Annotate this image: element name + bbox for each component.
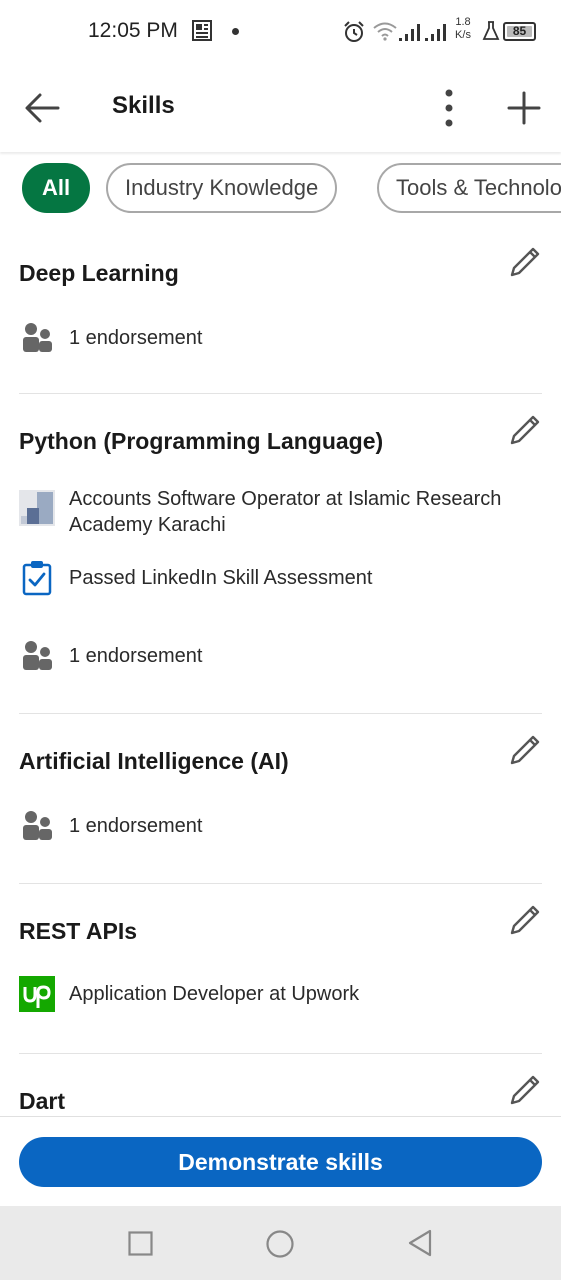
status-bar: 12:05 PM 1.8 K/s 85 [0, 0, 561, 64]
plus-icon[interactable] [504, 88, 544, 128]
flask-icon [482, 21, 500, 40]
pencil-icon[interactable] [507, 732, 543, 768]
assessment-status[interactable]: Passed LinkedIn Skill Assessment [69, 565, 544, 591]
network-speed-value: 1.8 [455, 16, 471, 28]
skill-item: REST APIs Application Developer at Upwor… [19, 884, 542, 1054]
network-speed-unit: K/s [455, 29, 471, 41]
system-navigation-bar [0, 1206, 561, 1280]
skills-list: Deep Learning 1 endorsement Python (Prog… [0, 226, 561, 1124]
assessment-clipboard-icon [22, 561, 52, 596]
wifi-icon [373, 22, 397, 41]
demonstrate-skills-button[interactable]: Demonstrate skills [19, 1137, 542, 1187]
status-time: 12:05 PM [88, 19, 178, 42]
more-vertical-icon[interactable] [436, 86, 462, 130]
page-title: Skills [112, 92, 175, 119]
back-triangle-icon[interactable] [406, 1228, 434, 1258]
home-icon[interactable] [265, 1229, 295, 1259]
news-icon [192, 20, 212, 41]
signal-secondary-icon [425, 24, 446, 41]
experience-link[interactable]: Accounts Software Operator at Islamic Re… [69, 486, 544, 538]
endorsement-count[interactable]: 1 endorsement [69, 813, 544, 839]
recent-apps-icon[interactable] [128, 1231, 153, 1256]
alarm-icon [344, 21, 364, 42]
filter-chip-tools-technologies[interactable]: Tools & Technologies [377, 163, 561, 213]
skill-item: Deep Learning 1 endorsement [19, 226, 542, 394]
network-speed: 1.8 K/s [450, 16, 476, 42]
pencil-icon[interactable] [507, 1072, 543, 1108]
skill-item: Python (Programming Language) Accounts S… [19, 394, 542, 714]
people-icon [23, 641, 52, 670]
company-logo-icon [19, 490, 55, 526]
arrow-left-icon[interactable] [20, 88, 64, 128]
upwork-logo-icon [19, 976, 55, 1012]
skill-name[interactable]: REST APIs [19, 918, 137, 945]
notification-dot-icon [232, 28, 239, 35]
endorsement-count[interactable]: 1 endorsement [69, 325, 544, 351]
pencil-icon[interactable] [507, 412, 543, 448]
pencil-icon[interactable] [507, 902, 543, 938]
top-app-bar: Skills [0, 64, 561, 152]
skill-item: Dart [19, 1054, 542, 1124]
filter-chip-all[interactable]: All [22, 163, 90, 213]
pencil-icon[interactable] [507, 244, 543, 280]
people-icon [23, 811, 52, 840]
skill-filter-chips: All Industry Knowledge Tools & Technolog… [0, 160, 561, 216]
people-icon [23, 323, 52, 352]
skill-name[interactable]: Python (Programming Language) [19, 428, 383, 455]
experience-link[interactable]: Application Developer at Upwork [69, 981, 544, 1007]
endorsement-count[interactable]: 1 endorsement [69, 643, 544, 669]
skill-name[interactable]: Dart [19, 1088, 65, 1115]
signal-icon [399, 24, 420, 41]
battery-level: 85 [512, 24, 527, 38]
skill-name[interactable]: Artificial Intelligence (AI) [19, 748, 289, 775]
bottom-action-bar: Demonstrate skills [0, 1116, 561, 1206]
skill-name[interactable]: Deep Learning [19, 260, 179, 287]
filter-chip-industry-knowledge[interactable]: Industry Knowledge [106, 163, 338, 213]
skill-item: Artificial Intelligence (AI) 1 endorseme… [19, 714, 542, 884]
battery-icon: 85 [503, 22, 536, 41]
